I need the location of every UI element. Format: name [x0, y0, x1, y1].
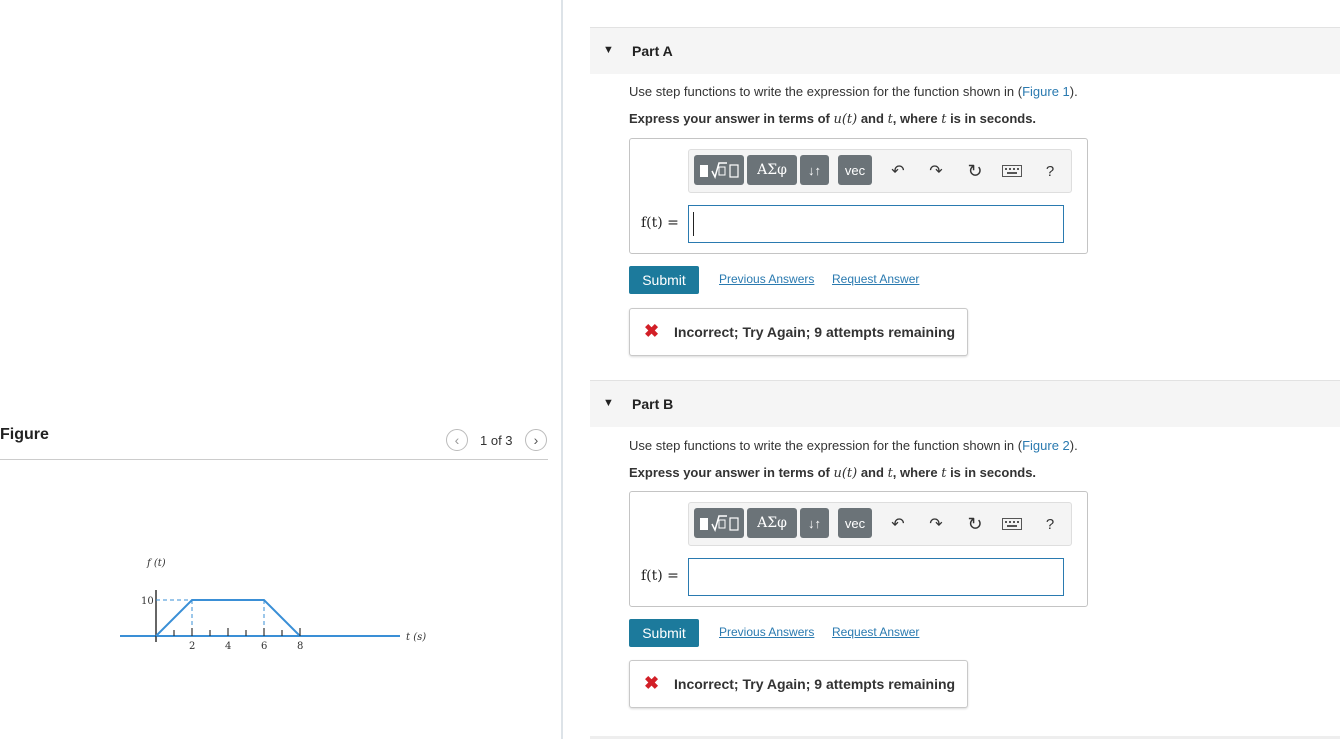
fraction-sqrt-icon — [700, 515, 739, 533]
reset-icon[interactable]: ↻ — [963, 159, 987, 183]
part-a-submit-button[interactable]: Submit — [629, 266, 699, 294]
feedback-message: Incorrect; Try Again; 9 attempts remaini… — [674, 324, 956, 340]
help-icon[interactable]: ? — [1038, 159, 1062, 183]
instr-text: , where — [892, 465, 942, 480]
error-x-icon: ✖ — [644, 321, 660, 341]
part-a-answer-input[interactable] — [688, 205, 1064, 243]
instr-text: and — [857, 111, 888, 126]
figure-2-link[interactable]: Figure 2 — [1022, 438, 1070, 453]
figure-divider — [0, 459, 548, 460]
part-b-answer-input[interactable] — [688, 558, 1064, 596]
prompt-text-end: ). — [1069, 438, 1078, 453]
instr-text: Express your answer in terms of — [629, 111, 834, 126]
part-b-prompt: Use step functions to write the expressi… — [629, 438, 1078, 453]
figure-graph: f (t) 10 2 4 6 8 t (s) — [120, 558, 426, 652]
keyboard-icon[interactable] — [1000, 159, 1024, 183]
x-axis-label: t (s) — [406, 632, 426, 643]
next-figure-button[interactable]: › — [525, 429, 547, 451]
answer-label: f(t) = — [641, 568, 679, 584]
x-tick-label-6: 6 — [261, 641, 267, 652]
greek-symbols-button[interactable]: ΑΣφ — [747, 508, 797, 538]
subscript-button[interactable]: ↓↑ — [800, 508, 829, 538]
part-b-feedback: ✖ Incorrect; Try Again; 9 attempts remai… — [629, 660, 968, 708]
feedback-message: Incorrect; Try Again; 9 attempts remaini… — [674, 676, 956, 692]
undo-icon[interactable]: ↶ — [886, 159, 910, 183]
instr-text: , where — [892, 111, 942, 126]
part-a-label: Part A — [632, 43, 673, 59]
help-icon[interactable]: ? — [1038, 512, 1062, 536]
part-b-request-answer-link[interactable]: Request Answer — [832, 625, 919, 639]
prompt-text: Use step functions to write the expressi… — [629, 84, 1023, 99]
math-toolbar: ΑΣφ ↓↑ vec ↶ ↷ ↻ ? — [688, 502, 1072, 546]
part-b-label: Part B — [632, 396, 674, 412]
collapse-triangle-icon: ▼ — [603, 397, 614, 409]
y-axis-label: f (t) — [146, 558, 166, 569]
part-a-prompt: Use step functions to write the expressi… — [629, 84, 1078, 99]
instr-math-u: u(t) — [833, 112, 858, 127]
part-a-request-answer-link[interactable]: Request Answer — [832, 272, 919, 286]
prompt-text: Use step functions to write the expressi… — [629, 438, 1023, 453]
part-a-header[interactable]: ▼ Part A — [590, 27, 1340, 74]
x-tick-label-4: 4 — [225, 641, 231, 652]
part-a-answer-box: ΑΣφ ↓↑ vec ↶ ↷ ↻ ? f(t) = — [629, 138, 1088, 254]
x-tick-label-2: 2 — [189, 641, 195, 652]
collapse-triangle-icon: ▼ — [603, 44, 614, 56]
greek-symbols-button[interactable]: ΑΣφ — [747, 155, 797, 185]
part-b-submit-button[interactable]: Submit — [629, 619, 699, 647]
instr-text: is in seconds. — [946, 465, 1037, 480]
y-tick-label: 10 — [141, 596, 154, 607]
part-a-instructions: Express your answer in terms of u(t) and… — [629, 111, 1036, 127]
instr-text: and — [857, 465, 888, 480]
fraction-sqrt-icon — [700, 162, 739, 180]
text-caret — [693, 212, 694, 236]
x-tick-label-8: 8 — [297, 641, 303, 652]
instr-text: is in seconds. — [946, 111, 1037, 126]
part-a-feedback: ✖ Incorrect; Try Again; 9 attempts remai… — [629, 308, 968, 356]
chevron-left-icon: ‹ — [454, 432, 460, 448]
instr-text: Express your answer in terms of — [629, 465, 834, 480]
error-x-icon: ✖ — [644, 673, 660, 693]
part-b-answer-box: ΑΣφ ↓↑ vec ↶ ↷ ↻ ? f(t) = — [629, 491, 1088, 607]
prompt-text-end: ). — [1069, 84, 1078, 99]
prev-figure-button[interactable]: ‹ — [446, 429, 468, 451]
part-b-header[interactable]: ▼ Part B — [590, 380, 1340, 427]
panel-divider — [561, 0, 563, 739]
chevron-right-icon: › — [533, 432, 539, 448]
figure-pager: 1 of 3 — [480, 433, 513, 448]
reset-icon[interactable]: ↻ — [963, 512, 987, 536]
part-b-instructions: Express your answer in terms of u(t) and… — [629, 465, 1036, 481]
templates-button[interactable] — [694, 155, 744, 185]
part-b-previous-answers-link[interactable]: Previous Answers — [719, 625, 814, 639]
vector-button[interactable]: vec — [838, 508, 872, 538]
redo-icon[interactable]: ↷ — [924, 159, 948, 183]
math-toolbar: ΑΣφ ↓↑ vec ↶ ↷ ↻ ? — [688, 149, 1072, 193]
figure-title: Figure — [0, 426, 49, 443]
x-ticks — [173, 628, 301, 636]
part-a-previous-answers-link[interactable]: Previous Answers — [719, 272, 814, 286]
subscript-button[interactable]: ↓↑ — [800, 155, 829, 185]
keyboard-icon[interactable] — [1000, 512, 1024, 536]
answer-label: f(t) = — [641, 215, 679, 231]
redo-icon[interactable]: ↷ — [924, 512, 948, 536]
undo-icon[interactable]: ↶ — [886, 512, 910, 536]
figure-1-link[interactable]: Figure 1 — [1022, 84, 1070, 99]
instr-math-u: u(t) — [833, 466, 858, 481]
vector-button[interactable]: vec — [838, 155, 872, 185]
templates-button[interactable] — [694, 508, 744, 538]
